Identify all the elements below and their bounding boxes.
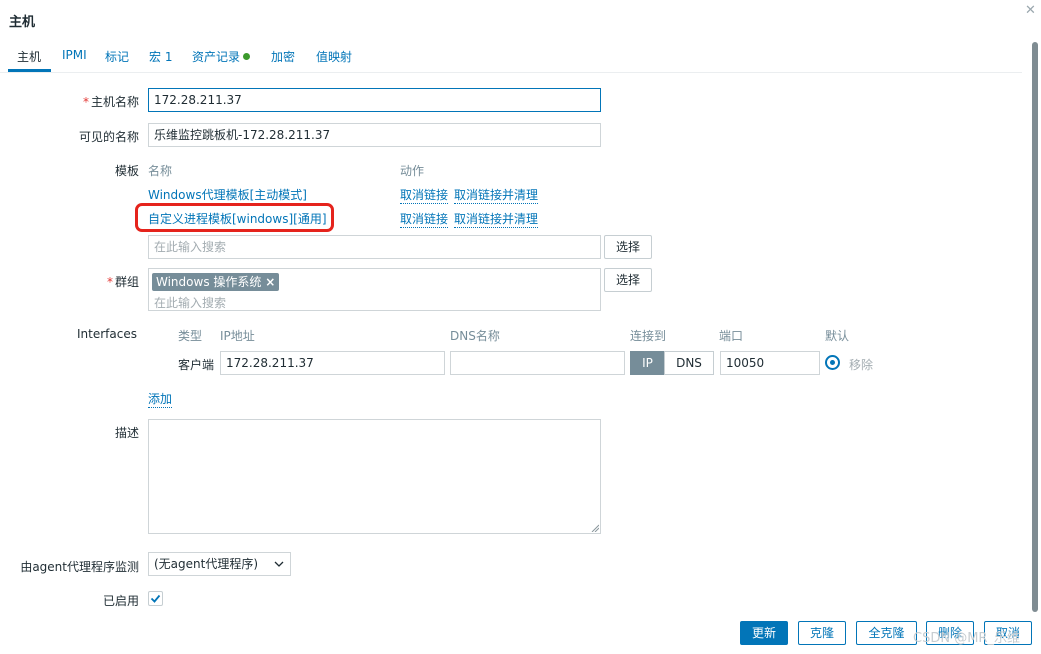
tab-inventory[interactable]: 资产记录 — [192, 48, 251, 65]
unlink-and-clear-button[interactable]: 取消链接并清理 — [454, 186, 539, 204]
groups-label: * 群组 — [107, 273, 139, 290]
tab-ipmi[interactable]: IPMI — [62, 48, 87, 62]
groups-multiselect[interactable]: Windows 操作系统 × 在此输入搜索 — [148, 268, 601, 311]
highlight-annotation-box — [135, 203, 334, 232]
unlink-button[interactable]: 取消链接 — [400, 210, 449, 228]
proxy-select-value: (无agent代理程序) — [154, 557, 259, 571]
enabled-checkbox[interactable] — [148, 591, 163, 606]
templates-label: 模板 — [114, 164, 139, 178]
required-mark: * — [106, 275, 113, 289]
template-search-input[interactable]: 在此输入搜索 — [148, 235, 601, 259]
template-link-windows-agent[interactable]: Windows代理模板[主动模式] — [148, 186, 307, 203]
active-tab-indicator — [8, 69, 51, 72]
groups-select-button[interactable]: 选择 — [604, 268, 652, 292]
host-name-label-text: 主机名称 — [90, 95, 139, 109]
tab-inventory-label: 资产记录 — [192, 50, 241, 64]
interfaces-col-dns: DNS名称 — [450, 329, 500, 343]
interface-port-input[interactable]: 10050 — [720, 351, 820, 375]
group-chip-label: Windows 操作系统 — [156, 275, 262, 289]
checkmark-icon — [150, 594, 161, 603]
visible-name-label: 可见的名称 — [78, 130, 139, 144]
connect-ip-toggle[interactable]: IP — [630, 351, 665, 375]
default-interface-radio[interactable] — [825, 355, 840, 370]
interfaces-col-type: 类型 — [178, 329, 203, 343]
tab-encryption[interactable]: 加密 — [271, 48, 295, 65]
group-chip: Windows 操作系统 × — [152, 273, 280, 291]
template-select-button[interactable]: 选择 — [604, 235, 652, 259]
tab-tags[interactable]: 标记 — [105, 48, 129, 65]
interfaces-label: Interfaces — [77, 327, 137, 341]
unlink-button[interactable]: 取消链接 — [400, 186, 449, 204]
description-textarea[interactable] — [148, 419, 601, 534]
interfaces-col-connect: 连接到 — [630, 329, 667, 343]
interfaces-col-default: 默认 — [825, 329, 850, 343]
visible-name-input[interactable]: 乐维监控跳板机-172.28.211.37 — [148, 123, 601, 147]
host-name-input[interactable]: 172.28.211.37 — [148, 88, 601, 112]
remove-interface-link[interactable]: 移除 — [849, 356, 873, 373]
tab-value-mapping[interactable]: 值映射 — [316, 48, 352, 65]
clone-button[interactable]: 克隆 — [798, 621, 846, 645]
dialog-title: 主机 — [9, 15, 36, 30]
description-label: 描述 — [114, 426, 139, 440]
watermark: CSDN @MR_乐维 — [913, 631, 1020, 646]
host-name-label: * 主机名称 — [83, 93, 139, 110]
resize-handle-icon[interactable] — [591, 524, 599, 532]
monitored-by-label: 由agent代理程序监测 — [20, 560, 139, 574]
full-clone-button[interactable]: 全克隆 — [856, 621, 917, 645]
groups-label-text: 群组 — [114, 275, 139, 289]
templates-col-action: 动作 — [400, 164, 425, 178]
close-icon[interactable]: ✕ — [1025, 3, 1036, 18]
interface-dns-input[interactable] — [450, 351, 625, 375]
interface-type: 客户端 — [178, 358, 215, 372]
interfaces-col-port: 端口 — [719, 329, 744, 343]
enabled-label: 已启用 — [102, 594, 139, 608]
interfaces-col-ip: IP地址 — [220, 329, 255, 343]
add-interface-link[interactable]: 添加 — [148, 390, 173, 408]
connect-dns-toggle[interactable]: DNS — [664, 351, 714, 375]
scrollbar[interactable] — [1032, 42, 1038, 612]
groups-search-placeholder[interactable]: 在此输入搜索 — [152, 293, 597, 313]
update-button[interactable]: 更新 — [740, 621, 788, 645]
interface-ip-input[interactable]: 172.28.211.37 — [220, 351, 445, 375]
unlink-and-clear-button[interactable]: 取消链接并清理 — [454, 210, 539, 228]
templates-col-name: 名称 — [148, 164, 173, 178]
tab-bar: 主机 IPMI 标记 宏 1 资产记录 加密 值映射 — [0, 40, 1022, 73]
tab-host[interactable]: 主机 — [17, 48, 41, 65]
chevron-down-icon — [274, 561, 284, 567]
required-mark: * — [82, 95, 89, 109]
chip-remove-icon[interactable]: × — [265, 275, 275, 289]
proxy-select[interactable]: (无agent代理程序) — [148, 552, 291, 576]
tab-macros[interactable]: 宏 1 — [149, 48, 172, 65]
status-dot-icon — [243, 53, 251, 60]
